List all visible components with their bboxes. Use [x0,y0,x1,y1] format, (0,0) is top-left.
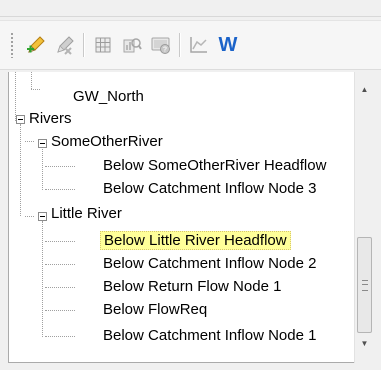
tree-guide-line [45,189,75,190]
thumb-grip-icon [362,280,368,291]
remove-node-pencil-icon [57,36,74,55]
toolbar-separator [179,33,181,57]
scroll-down-arrow-icon[interactable]: ▼ [355,334,374,352]
tree-node-gw-north[interactable]: GW_North [70,86,147,108]
tree-guide-line [45,310,75,311]
tree-guide-line [15,72,16,121]
table-grid-icon [95,37,111,53]
remove-node-button[interactable] [52,32,78,58]
tree-guide-line [45,264,75,265]
tree-guide-line [45,241,75,242]
tree-guide-line [31,72,32,89]
tree-view[interactable]: GW_North Rivers SomeOtherRiver Below Som… [8,72,355,363]
add-node-button[interactable] [23,32,49,58]
toolbar: ? W [0,20,381,70]
tree-node-label: Below Catchment Inflow Node 1 [103,327,317,344]
svg-text:?: ? [163,47,167,54]
title-strip [0,0,381,17]
tree-node-label: SomeOtherRiver [51,133,163,150]
tree-guide-line [20,124,21,216]
tree-guide-line [45,166,75,167]
tree-node-below-return-flow-node-1[interactable]: Below Return Flow Node 1 [100,276,284,298]
tree-node-below-catchment-inflow-node-3[interactable]: Below Catchment Inflow Node 3 [100,178,319,200]
tree-guide-line [25,141,34,142]
collapse-toggle-icon[interactable] [38,139,47,148]
w-button[interactable]: W [215,32,241,58]
tree-node-someotherriver[interactable]: SomeOtherRiver [48,131,166,153]
tree-guide-line [31,89,40,90]
vertical-scrollbar[interactable]: ▲ ▼ [354,72,374,363]
w-icon: W [218,34,238,56]
toolbar-grip[interactable] [10,32,15,58]
tree-node-below-catchment-inflow-node-1[interactable]: Below Catchment Inflow Node 1 [100,325,319,347]
tree-node-label: Below Catchment Inflow Node 2 [103,255,317,272]
chart-view-button[interactable] [119,32,145,58]
tree-node-label-selected: Below Little River Headflow [100,231,291,250]
tree-node-little-river[interactable]: Little River [48,203,125,225]
help-button[interactable]: ? [148,32,174,58]
tree-node-label: Little River [51,205,122,222]
toolbar-separator [83,33,85,57]
add-node-pencil-icon [27,36,45,53]
tree-guide-line [25,216,34,217]
tree-node-below-flowreq[interactable]: Below FlowReq [100,299,210,321]
line-chart-button[interactable] [186,32,212,58]
tree-node-rivers[interactable]: Rivers [26,108,75,130]
tree-node-label: Rivers [29,110,72,127]
tree-window: ? W GW_North Rivers SomeOtherRiver Below… [0,0,381,370]
scrollbar-thumb[interactable] [357,237,372,333]
tree-guide-line [45,336,75,337]
scroll-up-arrow-icon[interactable]: ▲ [355,80,374,98]
tree-guide-line [42,147,43,190]
tree-guide-line [42,221,43,337]
table-view-button[interactable] [90,32,116,58]
collapse-toggle-icon[interactable] [38,212,47,221]
tree-node-below-little-river-headflow[interactable]: Below Little River Headflow [100,230,291,252]
tree-guide-line [45,287,75,288]
line-chart-icon [190,37,207,53]
window-bottom-edge [0,364,381,370]
tree-node-label: Below Catchment Inflow Node 3 [103,180,317,197]
tree-node-label: GW_North [73,88,144,105]
collapse-toggle-icon[interactable] [16,115,25,124]
chart-view-icon [123,38,142,53]
tree-node-below-catchment-inflow-node-2[interactable]: Below Catchment Inflow Node 2 [100,253,319,275]
tree-node-label: Below SomeOtherRiver Headflow [103,157,327,174]
tree-node-label: Below FlowReq [103,301,208,318]
help-query-icon: ? [151,37,170,54]
tree-node-below-someotherriver-headflow[interactable]: Below SomeOtherRiver Headflow [100,155,329,177]
tree-node-label: Below Return Flow Node 1 [103,278,282,295]
